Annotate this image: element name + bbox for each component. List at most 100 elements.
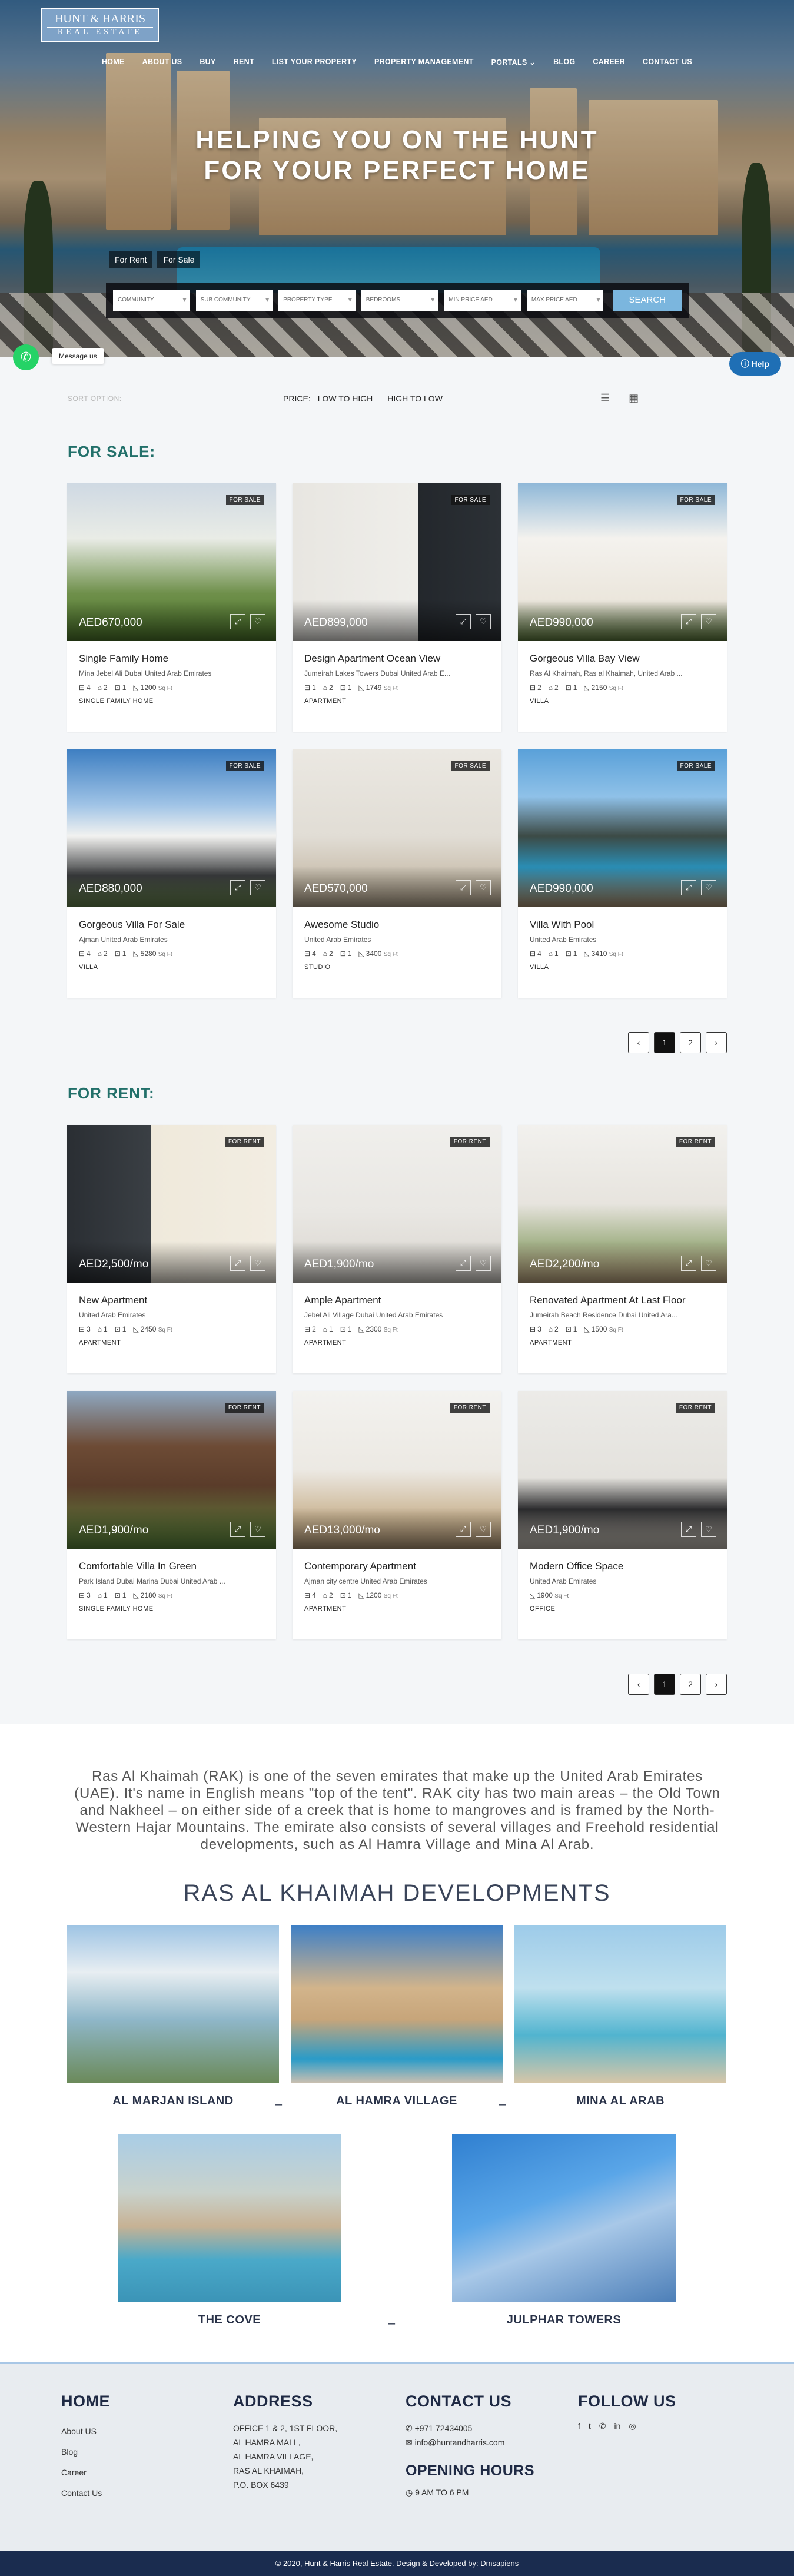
tab-for-sale[interactable]: For Sale bbox=[157, 251, 201, 268]
development-julphar-towers[interactable]: JULPHAR TOWERS bbox=[452, 2134, 676, 2327]
property-photo[interactable]: FOR SALE AED670,000 ⤢ ♡ bbox=[67, 483, 276, 641]
grid-view-icon[interactable]: ▦ bbox=[629, 392, 639, 404]
favorite-heart-icon[interactable]: ♡ bbox=[250, 1256, 265, 1271]
property-card[interactable]: FOR RENT AED13,000/mo ⤢ ♡ Contemporary Apart… bbox=[293, 1391, 501, 1639]
property-card[interactable]: FOR SALE AED570,000 ⤢ ♡ Awesome Studio United… bbox=[293, 749, 501, 998]
favorite-heart-icon[interactable]: ♡ bbox=[701, 614, 716, 629]
expand-icon[interactable]: ⤢ bbox=[681, 880, 696, 895]
expand-icon[interactable]: ⤢ bbox=[456, 880, 471, 895]
brand-logo[interactable]: HUNT & HARRIS REAL ESTATE bbox=[41, 8, 159, 42]
help-button[interactable]: ⓘ Help bbox=[729, 352, 781, 376]
page-current[interactable]: 1 bbox=[654, 1032, 675, 1053]
nav-contact-us[interactable]: CONTACT US bbox=[634, 58, 701, 67]
footer-link-career[interactable]: Career bbox=[61, 2462, 110, 2483]
nav-rent[interactable]: RENT bbox=[225, 58, 263, 67]
favorite-heart-icon[interactable]: ♡ bbox=[701, 1256, 716, 1271]
property-title[interactable]: Single Family Home bbox=[79, 653, 264, 665]
expand-icon[interactable]: ⤢ bbox=[681, 614, 696, 629]
development-the-cove[interactable]: THE COVE bbox=[118, 2134, 341, 2327]
development-al-marjan-island[interactable]: AL MARJAN ISLAND bbox=[67, 1925, 279, 2108]
favorite-heart-icon[interactable]: ♡ bbox=[250, 1522, 265, 1537]
next-page-button[interactable]: › bbox=[706, 1674, 727, 1695]
bedrooms-select[interactable]: BEDROOMS bbox=[361, 290, 438, 311]
property-card[interactable]: FOR SALE AED990,000 ⤢ ♡ Gorgeous Villa Bay V… bbox=[518, 483, 727, 732]
nav-career[interactable]: CAREER bbox=[584, 58, 634, 67]
search-button[interactable]: SEARCH bbox=[613, 290, 682, 311]
property-type-select[interactable]: PROPERTY TYPE bbox=[278, 290, 356, 311]
property-photo[interactable]: FOR RENT AED2,500/mo ⤢ ♡ bbox=[67, 1125, 276, 1283]
property-card[interactable]: FOR SALE AED990,000 ⤢ ♡ Villa With Pool Unite… bbox=[518, 749, 727, 998]
expand-icon[interactable]: ⤢ bbox=[681, 1522, 696, 1537]
property-photo[interactable]: FOR RENT AED1,900/mo ⤢ ♡ bbox=[518, 1391, 727, 1549]
page-button[interactable]: 2 bbox=[680, 1674, 701, 1695]
footer-link-contact[interactable]: Contact Us bbox=[61, 2483, 110, 2504]
property-title[interactable]: Design Apartment Ocean View bbox=[304, 653, 490, 665]
favorite-heart-icon[interactable]: ♡ bbox=[701, 1522, 716, 1537]
prev-page-button[interactable]: ‹ bbox=[628, 1032, 649, 1053]
property-photo[interactable]: FOR RENT AED1,900/mo ⤢ ♡ bbox=[293, 1125, 501, 1283]
expand-icon[interactable]: ⤢ bbox=[456, 614, 471, 629]
property-card[interactable]: FOR SALE AED880,000 ⤢ ♡ Gorgeous Villa For S… bbox=[67, 749, 276, 998]
list-view-icon[interactable]: ☰ bbox=[600, 392, 610, 404]
whatsapp-icon[interactable]: ✆ bbox=[13, 344, 39, 370]
property-photo[interactable]: FOR RENT AED2,200/mo ⤢ ♡ bbox=[518, 1125, 727, 1283]
development-al-hamra-village[interactable]: AL HAMRA VILLAGE bbox=[291, 1925, 503, 2108]
favorite-heart-icon[interactable]: ♡ bbox=[701, 880, 716, 895]
page-current[interactable]: 1 bbox=[654, 1674, 675, 1695]
instagram-icon[interactable]: ◎ bbox=[629, 2421, 636, 2431]
property-card[interactable]: FOR RENT AED2,500/mo ⤢ ♡ New Apartment United… bbox=[67, 1125, 276, 1373]
property-title[interactable]: Awesome Studio bbox=[304, 919, 490, 931]
property-title[interactable]: Renovated Apartment At Last Floor bbox=[530, 1294, 715, 1306]
twitter-icon[interactable]: t bbox=[589, 2421, 591, 2431]
nav-buy[interactable]: BUY bbox=[191, 58, 224, 67]
footer-link-blog[interactable]: Blog bbox=[61, 2442, 110, 2462]
property-title[interactable]: Comfortable Villa In Green bbox=[79, 1561, 264, 1572]
favorite-heart-icon[interactable]: ♡ bbox=[476, 880, 491, 895]
property-photo[interactable]: FOR RENT AED1,900/mo ⤢ ♡ bbox=[67, 1391, 276, 1549]
property-photo[interactable]: FOR SALE AED899,000 ⤢ ♡ bbox=[293, 483, 501, 641]
footer-phone-link[interactable]: +971 72434005 bbox=[415, 2424, 473, 2433]
min-price-select[interactable]: MIN PRICE AED bbox=[444, 290, 521, 311]
expand-icon[interactable]: ⤢ bbox=[230, 880, 245, 895]
property-photo[interactable]: FOR SALE AED880,000 ⤢ ♡ bbox=[67, 749, 276, 907]
nav-portals[interactable]: PORTALS ⌄ bbox=[483, 58, 544, 67]
property-title[interactable]: Ample Apartment bbox=[304, 1294, 490, 1306]
expand-icon[interactable]: ⤢ bbox=[456, 1256, 471, 1271]
development-mina-al-arab[interactable]: MINA AL ARAB bbox=[514, 1925, 726, 2108]
property-title[interactable]: Contemporary Apartment bbox=[304, 1561, 490, 1572]
page-button[interactable]: 2 bbox=[680, 1032, 701, 1053]
property-title[interactable]: Gorgeous Villa For Sale bbox=[79, 919, 264, 931]
whatsapp-label[interactable]: Message us bbox=[52, 348, 104, 364]
footer-email-link[interactable]: info@huntandharris.com bbox=[415, 2438, 505, 2447]
linkedin-icon[interactable]: in bbox=[614, 2421, 621, 2431]
property-photo[interactable]: FOR RENT AED13,000/mo ⤢ ♡ bbox=[293, 1391, 501, 1549]
property-title[interactable]: Modern Office Space bbox=[530, 1561, 715, 1572]
prev-page-button[interactable]: ‹ bbox=[628, 1674, 649, 1695]
property-title[interactable]: New Apartment bbox=[79, 1294, 264, 1306]
max-price-select[interactable]: MAX PRICE AED bbox=[526, 290, 604, 311]
expand-icon[interactable]: ⤢ bbox=[681, 1256, 696, 1271]
nav-about-us[interactable]: ABOUT US bbox=[134, 58, 191, 67]
expand-icon[interactable]: ⤢ bbox=[230, 1256, 245, 1271]
property-card[interactable]: FOR RENT AED1,900/mo ⤢ ♡ Ample Apartment Jebe… bbox=[293, 1125, 501, 1373]
sort-high-to-low[interactable]: HIGH TO LOW bbox=[387, 394, 443, 403]
facebook-icon[interactable]: f bbox=[578, 2421, 580, 2431]
property-photo[interactable]: FOR SALE AED990,000 ⤢ ♡ bbox=[518, 483, 727, 641]
nav-home[interactable]: HOME bbox=[93, 58, 134, 67]
property-title[interactable]: Villa With Pool bbox=[530, 919, 715, 931]
sub-community-select[interactable]: SUB COMMUNITY bbox=[195, 290, 273, 311]
property-card[interactable]: FOR SALE AED899,000 ⤢ ♡ Design Apartment Oce… bbox=[293, 483, 501, 732]
community-select[interactable]: COMMUNITY bbox=[113, 290, 190, 311]
property-card[interactable]: FOR RENT AED1,900/mo ⤢ ♡ Comfortable Villa I… bbox=[67, 1391, 276, 1639]
property-title[interactable]: Gorgeous Villa Bay View bbox=[530, 653, 715, 665]
nav-list-your-property[interactable]: LIST YOUR PROPERTY bbox=[263, 58, 366, 67]
property-card[interactable]: FOR SALE AED670,000 ⤢ ♡ Single Family Home Mi… bbox=[67, 483, 276, 732]
favorite-heart-icon[interactable]: ♡ bbox=[476, 1522, 491, 1537]
tab-for-rent[interactable]: For Rent bbox=[109, 251, 153, 268]
next-page-button[interactable]: › bbox=[706, 1032, 727, 1053]
favorite-heart-icon[interactable]: ♡ bbox=[250, 880, 265, 895]
favorite-heart-icon[interactable]: ♡ bbox=[250, 614, 265, 629]
expand-icon[interactable]: ⤢ bbox=[456, 1522, 471, 1537]
nav-property-management[interactable]: PROPERTY MANAGEMENT bbox=[366, 58, 483, 67]
whatsapp-icon[interactable]: ✆ bbox=[599, 2421, 606, 2431]
